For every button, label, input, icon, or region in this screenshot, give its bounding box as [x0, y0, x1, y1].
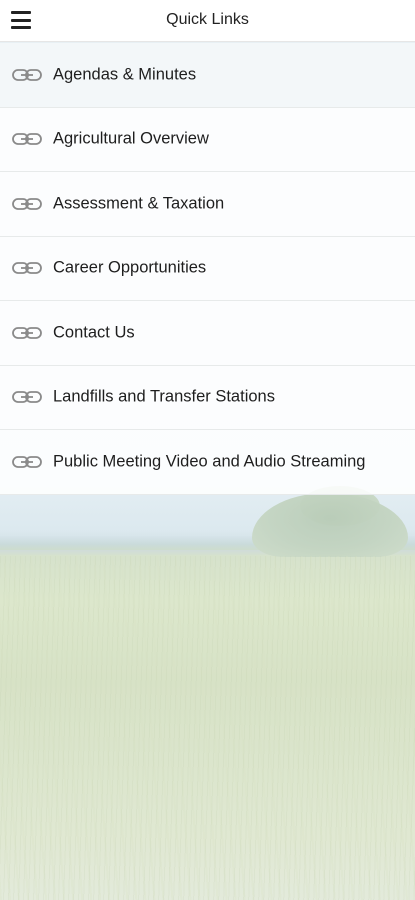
list-item-career-opportunities[interactable]: Career Opportunities	[0, 236, 415, 301]
list-item-label: Agendas & Minutes	[53, 65, 197, 84]
list-item-landfills-transfer-stations[interactable]: Landfills and Transfer Stations	[0, 365, 415, 430]
list-item-label: Assessment & Taxation	[53, 194, 225, 213]
list-item-agendas-minutes[interactable]: Agendas & Minutes	[0, 43, 415, 108]
list-item-label: Contact Us	[53, 323, 135, 342]
list-item-label: Agricultural Overview	[53, 129, 209, 148]
link-icon	[12, 326, 42, 339]
link-icon	[12, 197, 42, 210]
link-icon	[12, 455, 42, 468]
list-item-label: Career Opportunities	[53, 258, 207, 277]
app-header: Quick Links	[0, 0, 415, 42]
list-item-public-meeting-streaming[interactable]: Public Meeting Video and Audio Streaming	[0, 430, 415, 495]
list-item-contact-us[interactable]: Contact Us	[0, 301, 415, 366]
list-item-label: Public Meeting Video and Audio Streaming	[53, 452, 366, 471]
page-title: Quick Links	[166, 11, 249, 28]
list-item-label: Landfills and Transfer Stations	[53, 387, 275, 406]
link-icon	[12, 68, 42, 81]
tree-cluster	[252, 493, 408, 557]
list-item-assessment-taxation[interactable]: Assessment & Taxation	[0, 172, 415, 237]
list-item-agricultural-overview[interactable]: Agricultural Overview	[0, 107, 415, 172]
link-icon	[12, 133, 42, 146]
link-icon	[12, 391, 42, 404]
link-icon	[12, 262, 42, 275]
grass-field	[0, 556, 415, 900]
quick-links-list: Agendas & Minutes Agricultural Overview …	[0, 43, 415, 495]
